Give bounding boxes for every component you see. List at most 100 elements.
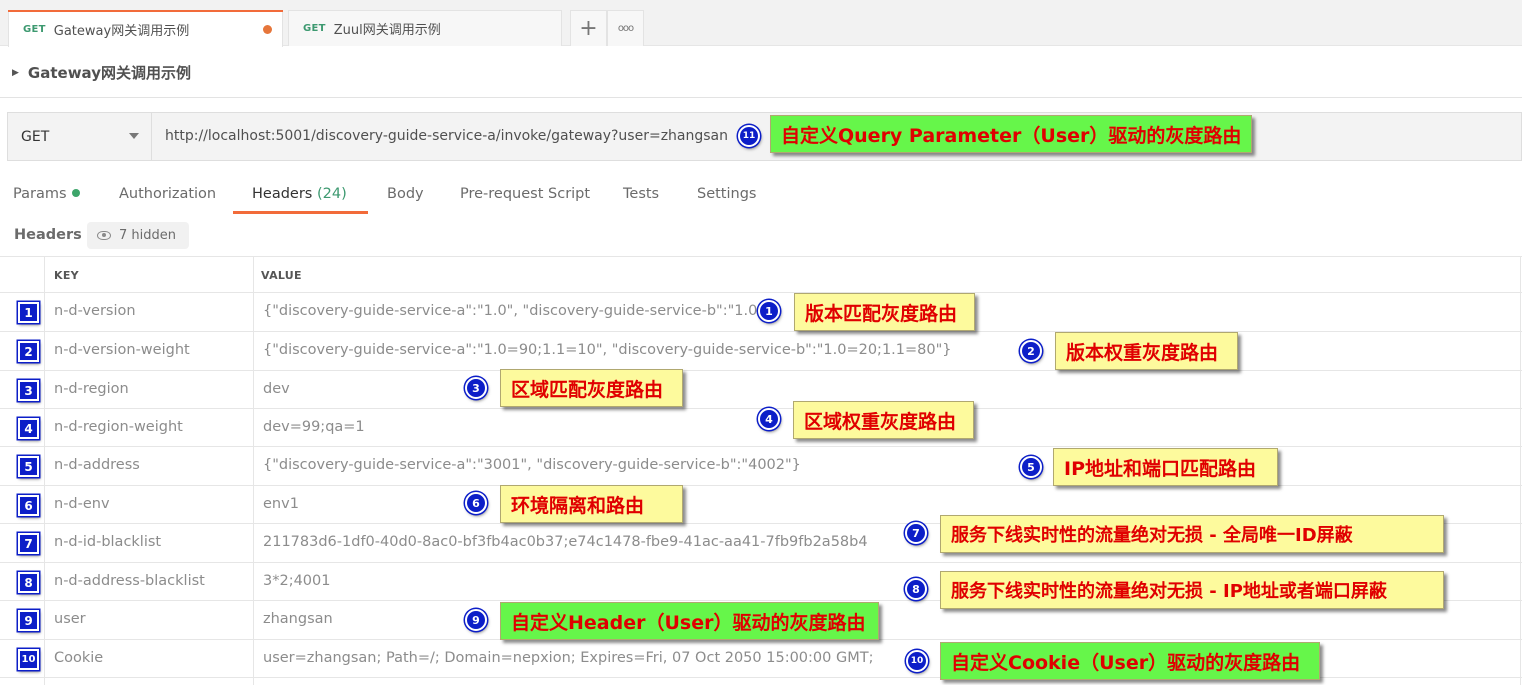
- header-key[interactable]: Cookie: [54, 650, 103, 666]
- tab-label: Pre-request Script: [460, 186, 591, 202]
- breadcrumb: ▶ Gateway网关调用示例: [12, 62, 191, 83]
- annotation-marker: 3: [465, 377, 487, 399]
- annotation-callout: 环境隔离和路由: [500, 485, 683, 523]
- tab-pre-request-script[interactable]: Pre-request Script: [460, 186, 590, 202]
- row-number-badge: 5: [18, 456, 39, 477]
- annotation-callout: 版本匹配灰度路由: [794, 293, 975, 331]
- tab-zuul-example[interactable]: GET Zuul网关调用示例: [288, 10, 562, 46]
- annotation-marker: 8: [905, 578, 927, 600]
- annotation-marker: 1: [758, 300, 780, 322]
- tab-title: Zuul网关调用示例: [333, 23, 441, 38]
- hidden-count: 7 hidden: [119, 228, 176, 243]
- plus-icon: +: [579, 15, 598, 41]
- header-key[interactable]: user: [54, 611, 86, 627]
- new-tab-button[interactable]: +: [570, 10, 607, 46]
- tab-body[interactable]: Body: [387, 186, 424, 202]
- active-tab-indicator: [233, 211, 368, 214]
- header-key[interactable]: n-d-id-blacklist: [54, 534, 161, 550]
- column-header-value: VALUE: [261, 269, 302, 282]
- row-number-badge: 1: [18, 302, 39, 323]
- annotation-callout: 自定义Cookie（User）驱动的灰度路由: [940, 642, 1320, 680]
- table-row[interactable]: 2 n-d-version-weight {"discovery-guide-s…: [0, 332, 1522, 371]
- request-title[interactable]: Gateway网关调用示例: [28, 62, 191, 83]
- column-header-key: KEY: [54, 269, 79, 282]
- header-value[interactable]: user=zhangsan; Path=/; Domain=nepxion; E…: [263, 650, 873, 666]
- request-tabs: Params Authorization Headers (24) Body P…: [0, 178, 800, 216]
- tab-label: Headers: [252, 186, 313, 202]
- annotation-marker: 4: [758, 408, 780, 430]
- header-value[interactable]: env1: [263, 496, 299, 512]
- hidden-headers-toggle[interactable]: 7 hidden: [87, 222, 189, 249]
- annotation-marker: 9: [465, 609, 487, 631]
- annotation-callout: 服务下线实时性的流量绝对无损 - 全局唯一ID屏蔽: [940, 515, 1444, 553]
- row-number-badge: 10: [18, 649, 39, 670]
- annotation-callout: 区域匹配灰度路由: [500, 369, 683, 407]
- row-number-badge: 6: [18, 495, 39, 516]
- more-tabs-button[interactable]: ooo: [607, 10, 644, 46]
- header-key[interactable]: n-d-region: [54, 381, 129, 397]
- annotation-callout: 自定义Header（User）驱动的灰度路由: [500, 602, 879, 640]
- tab-authorization[interactable]: Authorization: [119, 186, 216, 202]
- eye-icon: [97, 231, 111, 240]
- tab-bar: GET Gateway网关调用示例 GET Zuul网关调用示例 + ooo: [0, 0, 1522, 47]
- annotation-marker: 2: [1020, 340, 1042, 362]
- header-value[interactable]: dev: [263, 381, 290, 397]
- tab-label: Tests: [623, 186, 660, 202]
- tab-title: Gateway网关调用示例: [53, 23, 190, 39]
- headers-section-label: Headers: [14, 227, 82, 243]
- header-key[interactable]: n-d-version: [54, 303, 136, 319]
- row-number-badge: 4: [18, 418, 39, 439]
- header-value[interactable]: zhangsan: [263, 611, 333, 627]
- url-input[interactable]: http://localhost:5001/discovery-guide-se…: [165, 128, 728, 144]
- header-key[interactable]: n-d-address: [54, 457, 140, 473]
- tab-label: Authorization: [119, 186, 217, 202]
- table-header-row: KEY VALUE: [0, 256, 1522, 293]
- tab-label: Settings: [697, 186, 757, 202]
- chevron-down-icon: [129, 133, 139, 139]
- unsaved-dot-icon: [263, 25, 272, 34]
- tab-label: Params: [13, 186, 67, 202]
- annotation-marker: 7: [905, 522, 927, 544]
- header-value[interactable]: 211783d6-1df0-40d0-8ac0-bf3fb4ac0b37;e74…: [263, 534, 868, 550]
- header-value[interactable]: {"discovery-guide-service-a":"3001", "di…: [263, 457, 801, 473]
- header-key[interactable]: n-d-version-weight: [54, 342, 190, 358]
- annotation-callout: 版本权重灰度路由: [1055, 332, 1238, 370]
- table-row[interactable]: 5 n-d-address {"discovery-guide-service-…: [0, 447, 1522, 486]
- collapse-caret-icon[interactable]: ▶: [12, 68, 19, 78]
- row-number-badge: 2: [18, 341, 39, 362]
- url-bar: GET http://localhost:5001/discovery-guid…: [7, 112, 1522, 161]
- annotation-marker: 10: [906, 650, 928, 672]
- method-select[interactable]: GET: [8, 113, 152, 160]
- more-icon: ooo: [617, 23, 634, 34]
- tab-settings[interactable]: Settings: [697, 186, 756, 202]
- header-key[interactable]: n-d-address-blacklist: [54, 573, 205, 589]
- annotation-marker: 11: [738, 125, 760, 147]
- tab-gateway-example[interactable]: GET Gateway网关调用示例: [8, 10, 283, 47]
- header-value[interactable]: 3*2;4001: [263, 573, 331, 589]
- tab-method-label: GET: [303, 23, 326, 34]
- annotation-callout: 区域权重灰度路由: [793, 401, 974, 439]
- divider: [0, 97, 1522, 98]
- tab-headers[interactable]: Headers (24): [252, 186, 347, 202]
- header-value[interactable]: dev=99;qa=1: [263, 419, 365, 435]
- annotation-marker: 5: [1020, 456, 1042, 478]
- table-row[interactable]: 3 n-d-region dev: [0, 371, 1522, 409]
- row-number-badge: 7: [18, 533, 39, 554]
- annotation-callout: IP地址和端口匹配路由: [1053, 448, 1278, 486]
- headers-count: (24): [316, 186, 347, 202]
- row-number-badge: 9: [18, 610, 39, 631]
- tab-method-label: GET: [23, 23, 46, 35]
- tab-params[interactable]: Params: [13, 186, 80, 202]
- tab-tests[interactable]: Tests: [623, 186, 659, 202]
- annotation-marker: 6: [465, 492, 487, 514]
- annotation-callout: 自定义Query Parameter（User）驱动的灰度路由: [770, 115, 1252, 153]
- params-active-dot-icon: [71, 189, 80, 197]
- header-key[interactable]: n-d-env: [54, 496, 110, 512]
- header-value[interactable]: {"discovery-guide-service-a":"1.0", "dis…: [263, 303, 773, 319]
- annotation-callout: 服务下线实时性的流量绝对无损 - IP地址或者端口屏蔽: [940, 571, 1444, 609]
- row-number-badge: 3: [18, 380, 39, 401]
- header-key[interactable]: n-d-region-weight: [54, 419, 183, 435]
- row-number-badge: 8: [18, 572, 39, 593]
- header-value[interactable]: {"discovery-guide-service-a":"1.0=90;1.1…: [263, 342, 952, 358]
- tab-label: Body: [387, 186, 424, 202]
